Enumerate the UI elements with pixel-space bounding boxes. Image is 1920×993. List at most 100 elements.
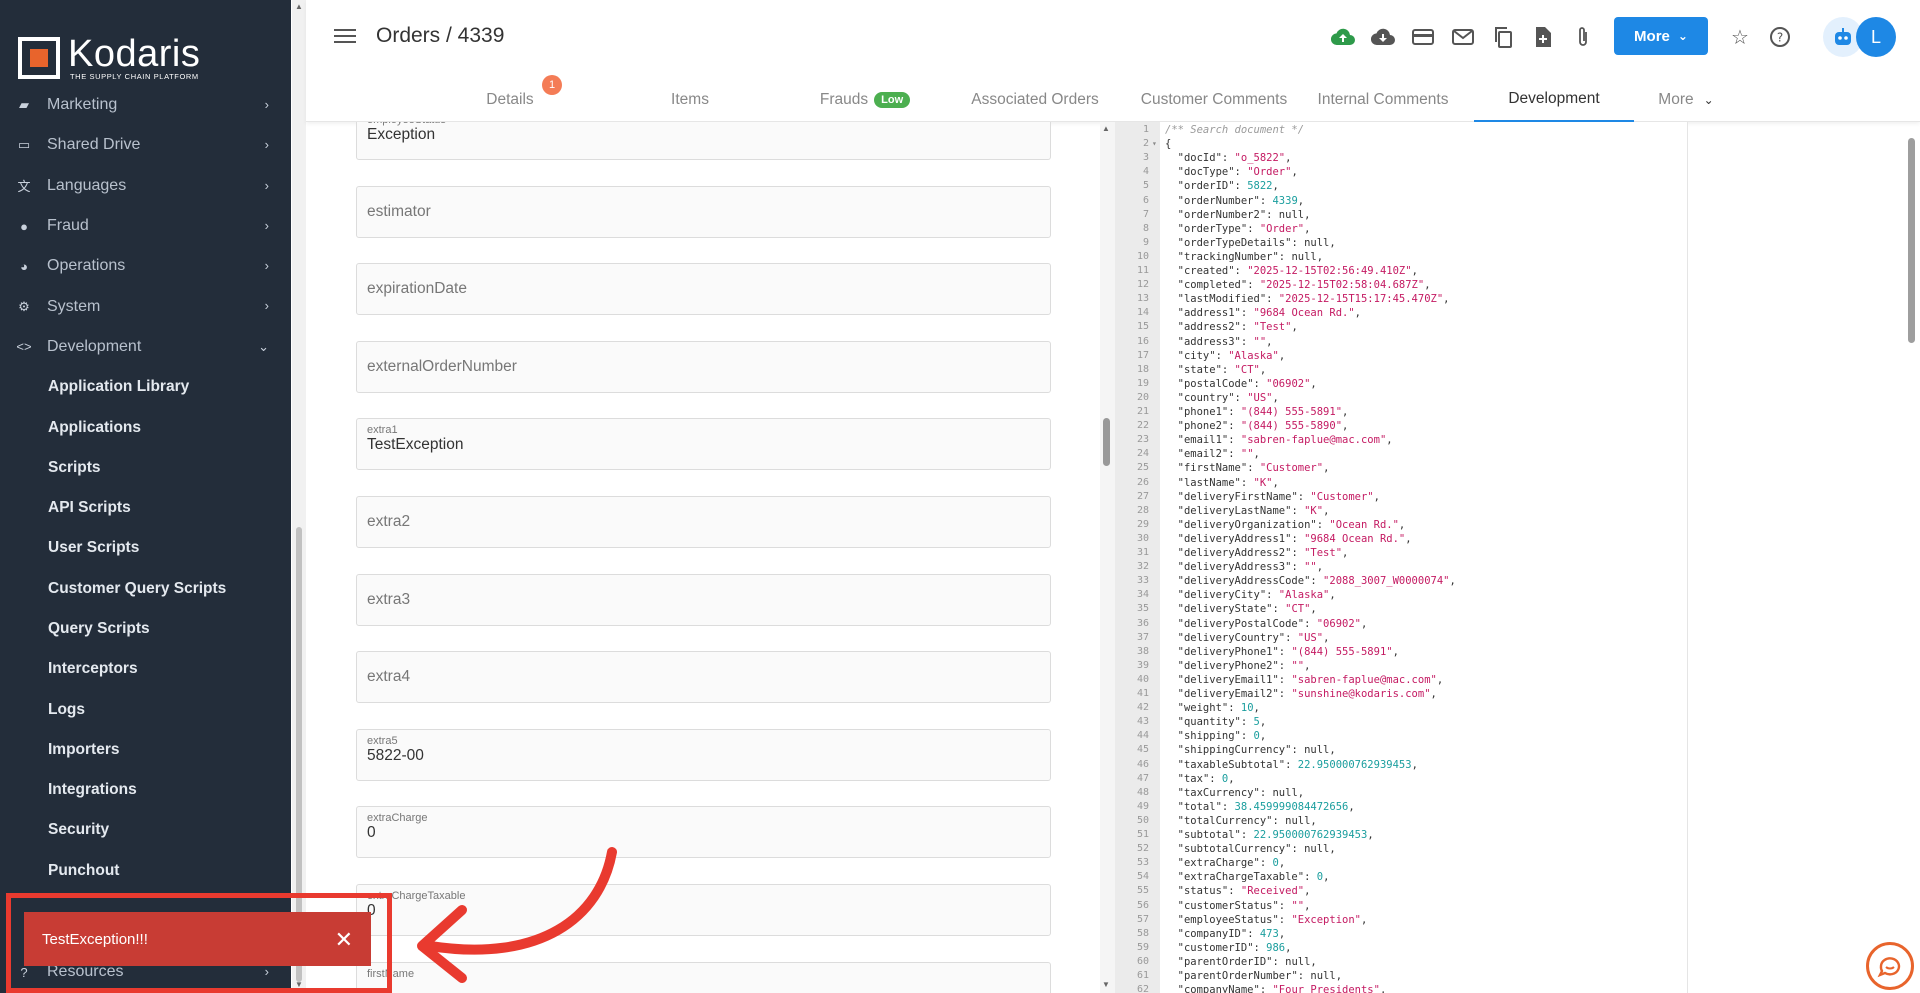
- credit-card-icon[interactable]: [1410, 24, 1436, 50]
- paperclip-icon[interactable]: [1570, 24, 1596, 50]
- sidebar-subitem-api-scripts[interactable]: API Scripts: [0, 488, 291, 528]
- sidebar-item-label: System: [47, 297, 101, 315]
- sidebar: Kodaris THE SUPPLY CHAIN PLATFORM ▰ Marke…: [0, 0, 291, 993]
- form-scrollbar[interactable]: [1100, 122, 1115, 993]
- line-number: 55: [1136, 885, 1149, 897]
- field-placeholder[interactable]: extra2: [367, 513, 410, 531]
- line-number: 43: [1136, 716, 1149, 728]
- field-placeholder[interactable]: expirationDate: [367, 280, 467, 298]
- cloud-download-icon[interactable]: [1370, 24, 1396, 50]
- search-document-code-editor[interactable]: 1/** Search document */2 ▾{3 "docId": "o_…: [1115, 122, 1688, 993]
- field-placeholder[interactable]: externalOrderNumber: [367, 358, 517, 376]
- field-value[interactable]: Exception: [367, 126, 435, 144]
- sidebar-subitem-integrations[interactable]: Integrations: [0, 770, 291, 810]
- user-avatar[interactable]: L: [1856, 17, 1896, 57]
- code-line: 49 "total": 38.459999084472656,: [1115, 800, 1687, 814]
- form-scroll-down-icon[interactable]: ▼: [1102, 980, 1110, 989]
- cloud-upload-icon[interactable]: [1330, 24, 1356, 50]
- field-label: extra1: [367, 424, 398, 437]
- code-line: 34 "deliveryCity": "Alaska",: [1115, 588, 1687, 602]
- code-scroll-thumb[interactable]: [1908, 138, 1915, 343]
- code-line: 7 "orderNumber2": null,: [1115, 208, 1687, 222]
- code-line: 53 "extraCharge": 0,: [1115, 856, 1687, 870]
- line-number: 7: [1142, 208, 1149, 220]
- code-line: 17 "city": "Alaska",: [1115, 349, 1687, 363]
- tab-details[interactable]: Details 1: [440, 75, 580, 122]
- sidebar-subitem-security[interactable]: Security: [0, 810, 291, 850]
- sidebar-subitem-punchout[interactable]: Punchout: [0, 851, 291, 891]
- sidebar-subitem-customer-query-scripts[interactable]: Customer Query Scripts: [0, 569, 291, 609]
- sidebar-item-fraud[interactable]: ● Fraud ›: [0, 206, 291, 246]
- tab-more[interactable]: More ⌄: [1636, 77, 1736, 122]
- sidebar-item-operations[interactable]: ◕ Operations ›: [0, 246, 291, 286]
- fold-arrow-icon[interactable]: ▾: [1152, 137, 1157, 151]
- field-value[interactable]: 5822-00: [367, 747, 424, 765]
- star-icon[interactable]: ☆: [1727, 24, 1753, 50]
- tab-customer-comments[interactable]: Customer Comments: [1124, 77, 1304, 122]
- copy-icon[interactable]: [1490, 24, 1516, 50]
- help-icon[interactable]: ?: [1767, 24, 1793, 50]
- line-number: 38: [1136, 645, 1149, 657]
- sidebar-item-system[interactable]: ⚙ System ›: [0, 286, 291, 326]
- form-scroll-thumb[interactable]: [1103, 418, 1110, 466]
- sidebar-subitem-application-library[interactable]: Application Library: [0, 367, 291, 407]
- line-number: 14: [1136, 307, 1149, 319]
- field-label: extra5: [367, 734, 398, 747]
- sidebar-subitem-importers[interactable]: Importers: [0, 730, 291, 770]
- field-extra5[interactable]: extra5 5822-00: [356, 728, 1051, 781]
- code-line: 47 "tax": 0,: [1115, 772, 1687, 786]
- brand-tagline: THE SUPPLY CHAIN PLATFORM: [70, 71, 199, 81]
- notification-count-badge: 1: [542, 75, 562, 95]
- add-document-icon[interactable]: [1530, 24, 1556, 50]
- mail-icon[interactable]: [1450, 24, 1476, 50]
- code-line: 30 "deliveryAddress1": "9684 Ocean Rd.",: [1115, 532, 1687, 546]
- chat-support-icon[interactable]: [1866, 942, 1914, 990]
- tab-internal-comments[interactable]: Internal Comments: [1298, 77, 1468, 122]
- field-placeholder[interactable]: extra4: [367, 668, 410, 686]
- code-line: 21 "phone1": "(844) 555-5891",: [1115, 405, 1687, 419]
- sidebar-subitem-logs[interactable]: Logs: [0, 689, 291, 729]
- tab-items[interactable]: Items: [640, 77, 740, 122]
- field-extra2[interactable]: extra2: [356, 496, 1051, 548]
- line-number: 49: [1136, 800, 1149, 812]
- sidebar-subitem-interceptors[interactable]: Interceptors: [0, 649, 291, 689]
- app-root: Kodaris THE SUPPLY CHAIN PLATFORM ▰ Marke…: [0, 0, 1920, 993]
- line-number: 1: [1142, 124, 1149, 135]
- field-value[interactable]: 0: [367, 824, 376, 842]
- scroll-up-icon[interactable]: ▲: [295, 2, 303, 11]
- brand-name: Kodaris: [68, 32, 201, 75]
- field-externalordernumber[interactable]: externalOrderNumber: [356, 340, 1051, 393]
- line-number: 36: [1136, 617, 1149, 629]
- field-estimator[interactable]: estimator: [356, 185, 1051, 238]
- more-actions-button[interactable]: More ⌄: [1614, 17, 1708, 55]
- field-extra1[interactable]: extra1 TestException: [356, 418, 1051, 471]
- field-extra4[interactable]: extra4: [356, 651, 1051, 704]
- sidebar-item-marketing[interactable]: ▰ Marketing ›: [0, 85, 291, 125]
- line-number: 48: [1136, 786, 1149, 798]
- kodaris-logo-icon: [18, 37, 60, 79]
- sidebar-subitem-applications[interactable]: Applications: [0, 407, 291, 447]
- folder-icon: ▭: [17, 137, 31, 153]
- field-expirationdate[interactable]: expirationDate: [356, 263, 1051, 316]
- sidebar-item-development[interactable]: <> Development ⌄: [0, 327, 291, 367]
- form-scroll-up-icon[interactable]: ▲: [1102, 124, 1110, 133]
- hamburger-menu-icon[interactable]: [334, 25, 356, 47]
- tab-frauds[interactable]: Frauds Low: [800, 77, 930, 122]
- sidebar-subitem-scripts[interactable]: Scripts: [0, 448, 291, 488]
- line-number: 8: [1142, 222, 1149, 234]
- sidebar-item-languages[interactable]: 文 Languages ›: [0, 166, 291, 206]
- field-value[interactable]: TestException: [367, 436, 464, 454]
- tab-development[interactable]: Development: [1474, 77, 1634, 122]
- field-extra3[interactable]: extra3: [356, 573, 1051, 626]
- code-line: 38 "deliveryPhone1": "(844) 555-5891",: [1115, 645, 1687, 659]
- sidebar-subitem-query-scripts[interactable]: Query Scripts: [0, 609, 291, 649]
- tab-associated-orders[interactable]: Associated Orders: [950, 77, 1120, 122]
- sidebar-item-shared-drive[interactable]: ▭ Shared Drive ›: [0, 125, 291, 165]
- field-placeholder[interactable]: estimator: [367, 203, 431, 221]
- code-line: 59 "customerID": 986,: [1115, 941, 1687, 955]
- field-placeholder[interactable]: extra3: [367, 591, 410, 609]
- chevron-right-icon: ›: [264, 298, 269, 314]
- field-employeestatus[interactable]: employeeStatusException: [356, 122, 1051, 160]
- brand-logo[interactable]: Kodaris THE SUPPLY CHAIN PLATFORM: [18, 32, 201, 81]
- sidebar-subitem-user-scripts[interactable]: User Scripts: [0, 528, 291, 568]
